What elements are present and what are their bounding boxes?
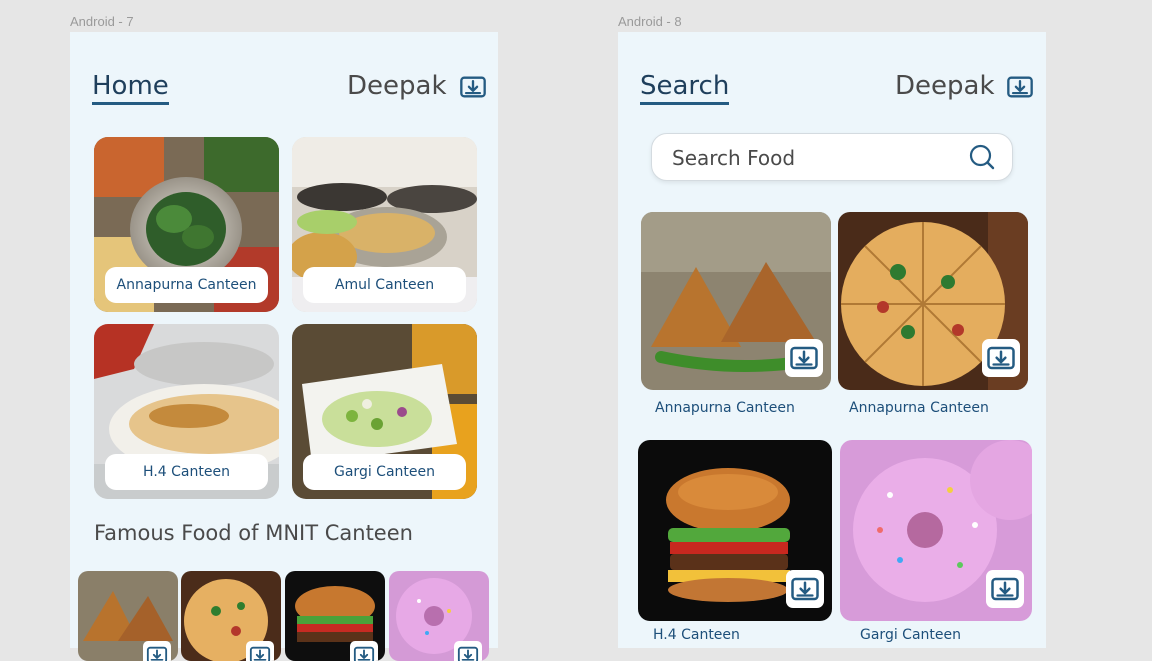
download-icon[interactable] <box>350 641 378 661</box>
canteen-card-gargi[interactable]: Gargi Canteen <box>292 324 477 499</box>
canteen-card-annapurna[interactable]: Annapurna Canteen <box>94 137 279 312</box>
download-icon[interactable] <box>1006 73 1034 101</box>
frame-label-android-7: Android - 7 <box>70 14 134 29</box>
home-page-title[interactable]: Home <box>92 71 169 105</box>
canteen-label: Annapurna Canteen <box>105 267 268 303</box>
download-icon[interactable] <box>785 339 823 377</box>
food-result-card[interactable] <box>840 440 1032 621</box>
search-input[interactable]: Search Food <box>651 133 1013 181</box>
search-placeholder: Search Food <box>672 146 796 170</box>
download-icon[interactable] <box>143 641 171 661</box>
search-user-name: Deepak <box>895 71 995 101</box>
food-result-label: H.4 Canteen <box>653 627 740 643</box>
canteen-card-h4[interactable]: H.4 Canteen <box>94 324 279 499</box>
home-user-name: Deepak <box>347 71 447 101</box>
food-result-label: Annapurna Canteen <box>849 400 989 416</box>
food-result-label: Annapurna Canteen <box>655 400 795 416</box>
canteen-label: Amul Canteen <box>303 267 466 303</box>
canteen-label: H.4 Canteen <box>105 454 268 490</box>
canteen-card-amul[interactable]: Amul Canteen <box>292 137 477 312</box>
food-result-label: Gargi Canteen <box>860 627 961 643</box>
download-icon[interactable] <box>454 641 482 661</box>
famous-food-heading: Famous Food of MNIT Canteen <box>94 521 413 545</box>
food-result-card[interactable] <box>641 212 831 390</box>
download-icon[interactable] <box>986 570 1024 608</box>
search-page-title[interactable]: Search <box>640 71 730 105</box>
download-icon[interactable] <box>246 641 274 661</box>
download-icon[interactable] <box>786 570 824 608</box>
food-result-card[interactable] <box>638 440 832 621</box>
food-result-card[interactable] <box>838 212 1028 390</box>
canteen-label: Gargi Canteen <box>303 454 466 490</box>
download-icon[interactable] <box>982 339 1020 377</box>
search-icon[interactable] <box>968 143 996 175</box>
frame-label-android-8: Android - 8 <box>618 14 682 29</box>
download-icon[interactable] <box>459 73 487 101</box>
